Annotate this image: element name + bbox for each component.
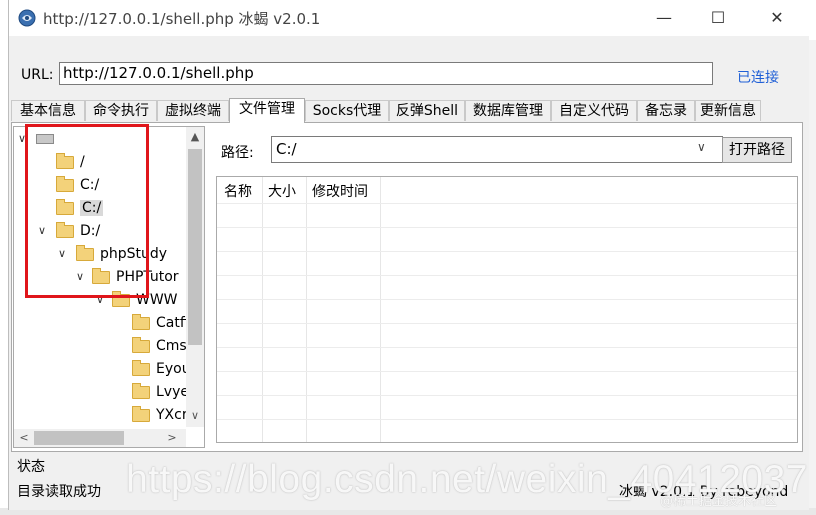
column-divider <box>306 177 307 442</box>
folder-icon <box>132 359 150 376</box>
tree-item[interactable]: YXcr <box>132 404 188 426</box>
scroll-up-icon[interactable]: ▲ <box>187 130 203 143</box>
tree-horizontal-scrollbar[interactable]: < > <box>14 429 186 447</box>
folder-icon <box>132 382 150 399</box>
row-divider <box>217 227 797 228</box>
row-divider <box>217 419 797 420</box>
folder-icon <box>132 405 150 422</box>
column-header-name[interactable]: 名称 <box>224 181 252 201</box>
maximize-icon[interactable]: ☐ <box>695 0 741 36</box>
path-label: 路径: <box>221 145 254 161</box>
tab-memo[interactable]: 备忘录 <box>637 100 695 121</box>
column-divider <box>262 177 263 442</box>
tab-strip: 基本信息 命令执行 虚拟终端 文件管理 Socks代理 反弹Shell 数据库管… <box>11 98 801 123</box>
tree-item[interactable]: Eyou <box>132 358 191 380</box>
scroll-down-icon[interactable]: ∨ <box>187 409 203 422</box>
app-window: http://127.0.0.1/shell.php 冰蝎 v2.0.1 — ☐… <box>8 0 809 510</box>
row-divider <box>217 395 797 396</box>
watermark-brand: @稀土掘金技术社区 <box>660 494 778 509</box>
tab-update-info[interactable]: 更新信息 <box>695 100 761 121</box>
row-divider <box>217 371 797 372</box>
row-divider <box>217 251 797 252</box>
row-divider <box>217 203 797 204</box>
tree-vertical-scrollbar[interactable]: ▲ ∨ <box>186 127 204 427</box>
window-title: http://127.0.0.1/shell.php 冰蝎 v2.0.1 <box>43 10 321 28</box>
path-combobox[interactable]: C:/ <box>271 136 723 163</box>
row-divider <box>217 323 797 324</box>
folder-icon <box>132 313 150 330</box>
minimize-icon[interactable]: — <box>641 0 687 36</box>
row-divider <box>217 299 797 300</box>
tree-item[interactable]: Lvye <box>132 381 189 403</box>
tree-horizontal-scroll-thumb[interactable] <box>34 431 124 445</box>
scroll-right-icon[interactable]: > <box>164 431 180 444</box>
tab-socks-proxy[interactable]: Socks代理 <box>305 100 389 121</box>
tree-item[interactable]: Catfi <box>132 312 189 334</box>
open-path-button[interactable]: 打开路径 <box>722 137 792 163</box>
status-message: 目录读取成功 <box>17 484 101 500</box>
app-logo-icon <box>18 9 36 27</box>
tab-virtual-terminal[interactable]: 虚拟终端 <box>157 100 229 121</box>
row-divider <box>217 347 797 348</box>
chevron-down-icon[interactable]: ∨ <box>697 140 706 154</box>
tab-database-manager[interactable]: 数据库管理 <box>465 100 551 121</box>
connection-status: 已连接 <box>737 70 779 86</box>
column-divider <box>380 177 381 442</box>
tab-reverse-shell[interactable]: 反弹Shell <box>389 100 465 121</box>
background-sliver-left <box>0 0 8 515</box>
column-header-modified[interactable]: 修改时间 <box>312 181 368 201</box>
url-input[interactable] <box>59 62 713 85</box>
row-divider <box>217 275 797 276</box>
scroll-left-icon[interactable]: < <box>16 431 32 444</box>
tree-vertical-scroll-thumb[interactable] <box>188 149 202 345</box>
path-value: C:/ <box>276 140 297 158</box>
tab-file-manager[interactable]: 文件管理 <box>229 98 305 123</box>
folder-icon <box>132 336 150 353</box>
tree-item[interactable]: Cms <box>132 335 187 357</box>
tab-custom-code[interactable]: 自定义代码 <box>551 100 637 121</box>
url-label: URL: <box>21 67 54 83</box>
close-icon[interactable]: ✕ <box>754 0 800 36</box>
tab-basic-info[interactable]: 基本信息 <box>11 100 85 121</box>
file-table[interactable]: 名称 大小 修改时间 <box>216 176 798 443</box>
status-title: 状态 <box>17 459 45 475</box>
column-header-size[interactable]: 大小 <box>268 181 296 201</box>
red-annotation-box <box>25 124 149 298</box>
title-bar[interactable]: http://127.0.0.1/shell.php 冰蝎 v2.0.1 — ☐… <box>9 0 809 36</box>
tab-command-exec[interactable]: 命令执行 <box>85 100 157 121</box>
